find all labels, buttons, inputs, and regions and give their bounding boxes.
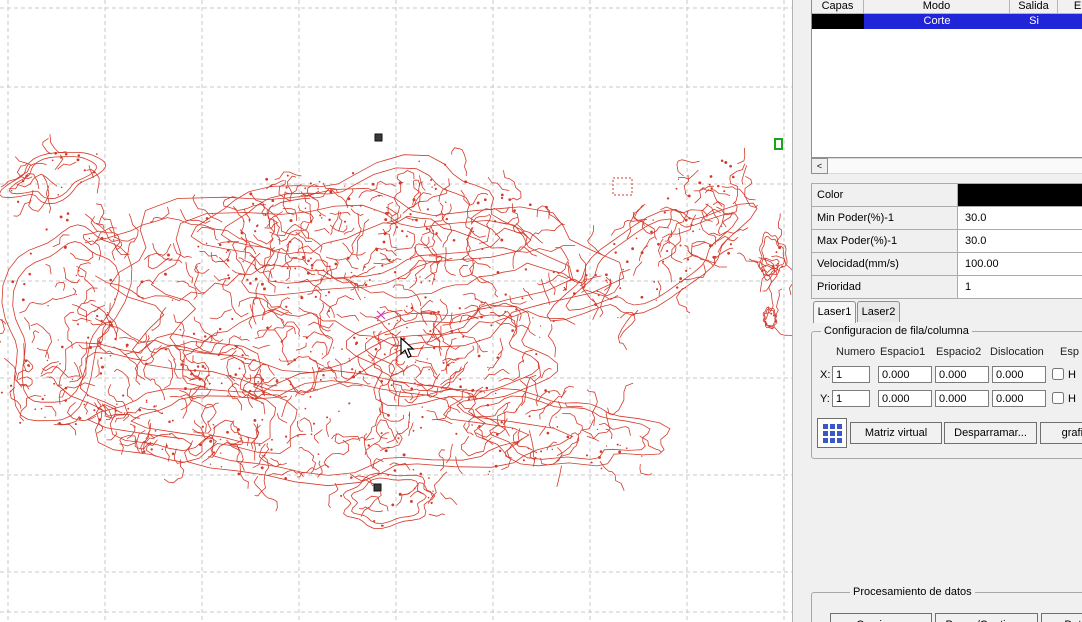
grafia-button[interactable]: grafia a <box>1040 422 1082 444</box>
column-header-salida: Salida <box>1010 0 1058 14</box>
prop-row-color: Color <box>812 184 1082 207</box>
prop-label: Color <box>812 184 958 206</box>
group-title: Procesamiento de datos <box>850 586 975 598</box>
tab-laser1[interactable]: Laser1 <box>813 301 856 323</box>
prop-row-speed: Velocidad(mm/s) 100.00 <box>812 253 1082 276</box>
tab-laser2[interactable]: Laser2 <box>857 301 900 322</box>
x-axis-label: X: <box>820 369 830 381</box>
colhead-espacio1: Espacio1 <box>880 346 925 358</box>
laser-tabs: Laser1 Laser2 <box>813 301 901 323</box>
right-panel: Capas Modo Salida E Corte Si < Color <box>792 0 1082 622</box>
layer-output-cell[interactable]: Si <box>1010 14 1058 29</box>
matrix-grid-button[interactable] <box>817 418 847 448</box>
y-numero-input[interactable] <box>832 390 870 407</box>
min-power-value[interactable]: 30.0 <box>958 207 1082 229</box>
layers-table-header: Capas Modo Salida E <box>812 0 1082 14</box>
prop-row-max-power: Max Poder(%)-1 30.0 <box>812 230 1082 253</box>
layer-properties: Color Min Poder(%)-1 30.0 Max Poder(%)-1… <box>811 183 1082 299</box>
colhead-dislocation: Dislocation <box>990 346 1044 358</box>
column-header-e: E <box>1058 0 1082 14</box>
x-h-checkbox[interactable] <box>1052 368 1064 380</box>
x-dislocation-input[interactable] <box>992 366 1046 383</box>
layers-table: Capas Modo Salida E Corte Si <box>811 0 1082 158</box>
laser-app-window: Capas Modo Salida E Corte Si < Color <box>0 0 1082 622</box>
start-button[interactable]: Comienzo <box>830 613 932 622</box>
layer-row-selected[interactable]: Corte Si <box>812 14 1082 29</box>
max-power-value[interactable]: 30.0 <box>958 230 1082 252</box>
priority-value[interactable]: 1 <box>958 276 1082 298</box>
speed-value[interactable]: 100.00 <box>958 253 1082 275</box>
x-espacio2-input[interactable] <box>935 366 989 383</box>
prop-label: Prioridad <box>812 276 958 298</box>
scroll-left-button[interactable]: < <box>811 158 828 174</box>
data-processing-group: Procesamiento de datos Comienzo Pausa/Co… <box>811 592 1082 622</box>
y-espacio2-input[interactable] <box>935 390 989 407</box>
layer-color-swatch[interactable] <box>812 14 864 29</box>
prop-label: Min Poder(%)-1 <box>812 207 958 229</box>
rowcol-config-group: Configuracion de fila/columna Numero Esp… <box>811 331 1082 459</box>
y-espacio1-input[interactable] <box>878 390 932 407</box>
colhead-numero: Numero <box>836 346 875 358</box>
column-header-capas: Capas <box>812 0 864 14</box>
colhead-esp: Esp <box>1060 346 1079 358</box>
layers-hscrollbar: < <box>811 158 1082 174</box>
scatter-button[interactable]: Desparramar... <box>944 422 1037 444</box>
stop-button[interactable]: Dete <box>1041 613 1082 622</box>
prop-label: Velocidad(mm/s) <box>812 253 958 275</box>
layer-mode-cell[interactable]: Corte <box>864 14 1010 29</box>
y-h-label: H <box>1068 393 1076 405</box>
pause-continue-button[interactable]: Pausa/Continuar <box>935 613 1038 622</box>
x-numero-input[interactable] <box>832 366 870 383</box>
colhead-espacio2: Espacio2 <box>936 346 981 358</box>
group-title: Configuracion de fila/columna <box>821 325 972 337</box>
layer-extra-cell[interactable] <box>1058 14 1082 29</box>
y-axis-label: Y: <box>820 393 830 405</box>
matrix-grid-icon <box>823 424 842 443</box>
prop-row-priority: Prioridad 1 <box>812 276 1082 299</box>
design-canvas[interactable] <box>0 0 792 622</box>
virtual-matrix-button[interactable]: Matriz virtual <box>850 422 942 444</box>
prop-label: Max Poder(%)-1 <box>812 230 958 252</box>
artwork-svg <box>0 0 792 622</box>
y-h-checkbox[interactable] <box>1052 392 1064 404</box>
y-dislocation-input[interactable] <box>992 390 1046 407</box>
color-value-swatch[interactable] <box>958 184 1082 206</box>
x-h-label: H <box>1068 369 1076 381</box>
column-header-modo: Modo <box>864 0 1010 14</box>
scroll-track[interactable] <box>828 158 1082 174</box>
x-espacio1-input[interactable] <box>878 366 932 383</box>
prop-row-min-power: Min Poder(%)-1 30.0 <box>812 207 1082 230</box>
